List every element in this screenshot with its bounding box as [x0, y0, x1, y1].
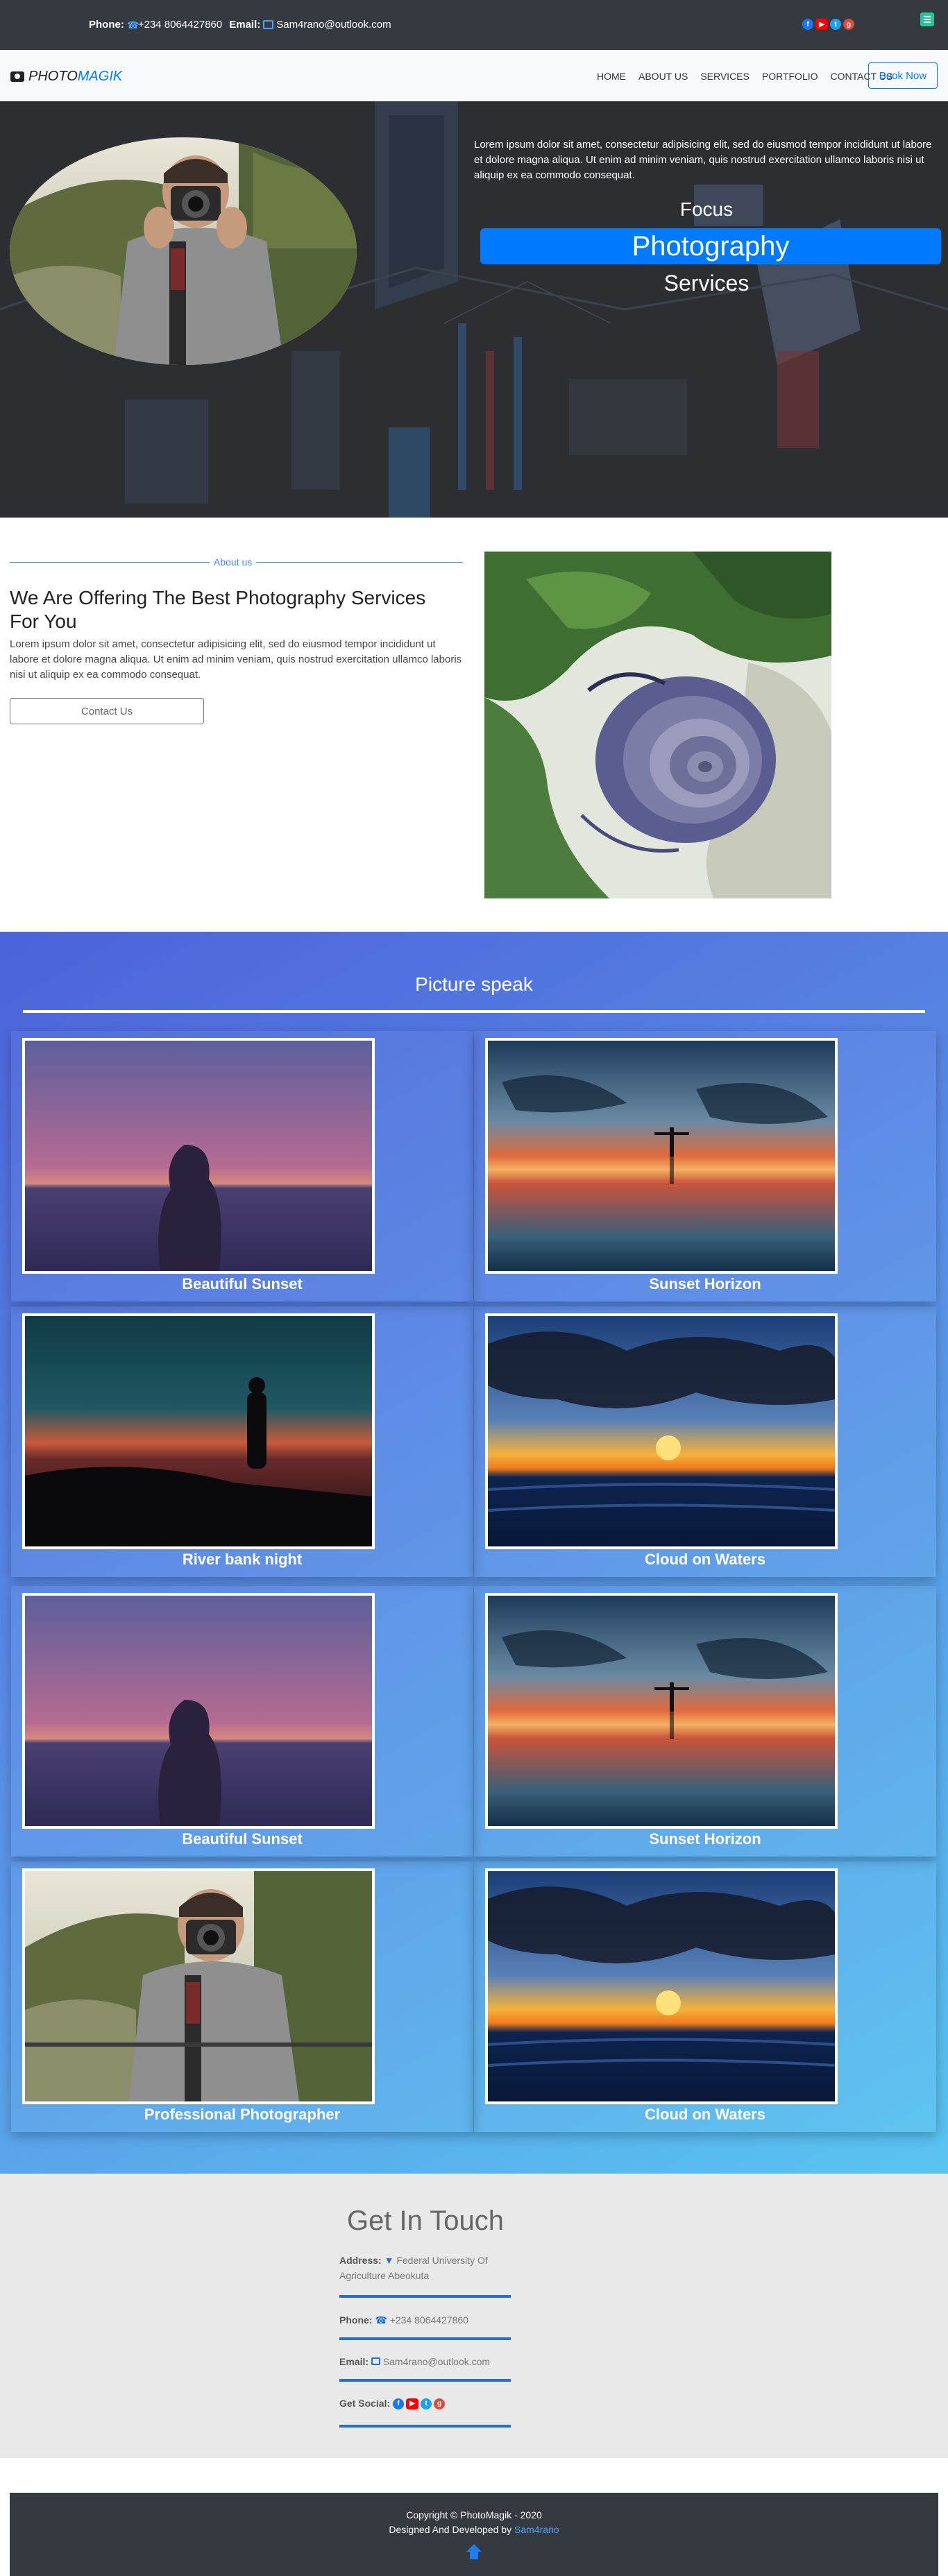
- gallery-caption: Cloud on Waters: [645, 1551, 765, 1568]
- hero-focus-text: Focus: [679, 198, 734, 220]
- gallery-card[interactable]: Sunset Horizon: [474, 1586, 936, 1857]
- social-label: Get Social:: [339, 2398, 391, 2409]
- contact-divider: [339, 2379, 511, 2382]
- gallery-section: Picture speak Beautiful Sunset Sunset Ho…: [0, 932, 948, 2174]
- gallery-title: Picture speak: [415, 973, 533, 995]
- hero-photography-banner: Photography: [480, 228, 941, 264]
- phone-label: Phone:: [89, 19, 124, 31]
- contact-divider: [339, 2425, 511, 2428]
- menu-toggle-icon[interactable]: [920, 12, 934, 26]
- phone-icon: ☎: [375, 2314, 387, 2326]
- hero-section: Lorem ipsum dolor sit amet, consectetur …: [0, 101, 948, 518]
- gallery-caption: Cloud on Waters: [645, 2106, 765, 2123]
- brand-logo[interactable]: PHOTO MAGIK: [10, 69, 122, 85]
- top-bar: Phone: ☎ +234 8064427860 Email: Sam4rano…: [0, 0, 948, 50]
- social-links: f ▶ t g: [802, 19, 854, 30]
- mail-icon: [263, 20, 274, 29]
- email-label: Email:: [339, 2356, 369, 2367]
- scroll-top-arrow-icon[interactable]: [464, 2542, 484, 2561]
- email-label: Email:: [229, 19, 261, 31]
- gallery-image-sunset-woman: [22, 1593, 375, 1829]
- about-label: About us: [210, 556, 257, 568]
- gallery-caption: Sunset Horizon: [649, 1275, 761, 1293]
- footer-credits: Designed And Developed by Sam4rano: [10, 2524, 938, 2535]
- email-value[interactable]: Sam4rano@outlook.com: [383, 2356, 490, 2367]
- gallery-image-river-bank: [22, 1313, 375, 1549]
- nav-about[interactable]: ABOUT US: [638, 71, 688, 82]
- gallery-image-photographer: [22, 1868, 375, 2104]
- about-title: We Are Offering The Best Photography Ser…: [10, 587, 426, 632]
- gallery-caption: Professional Photographer: [144, 2106, 341, 2123]
- gallery-card[interactable]: Beautiful Sunset: [11, 1586, 473, 1857]
- gallery-caption: Sunset Horizon: [649, 1830, 761, 1848]
- gallery-image-cloud-waters: [485, 1313, 838, 1549]
- gallery-divider: [23, 1010, 925, 1013]
- phone-value: +234 8064427860: [137, 19, 223, 31]
- twitter-icon[interactable]: t: [830, 19, 841, 30]
- gallery-caption: River bank night: [182, 1551, 303, 1568]
- phone-icon: ☎: [126, 19, 139, 31]
- phone-value: +234 8064427860: [389, 2314, 468, 2326]
- camera-icon: [10, 71, 24, 82]
- footer-copyright: Copyright © PhotoMagik - 2020: [406, 2509, 542, 2520]
- contact-section: Get In Touch Address: ▼ Federal Universi…: [0, 2174, 948, 2458]
- facebook-icon[interactable]: f: [393, 2398, 405, 2410]
- contact-social: Get Social: f ▶ t g: [339, 2396, 509, 2411]
- gallery-card[interactable]: Beautiful Sunset: [11, 1031, 473, 1302]
- youtube-icon[interactable]: ▶: [406, 2398, 419, 2410]
- facebook-icon[interactable]: f: [802, 19, 813, 30]
- gallery-card[interactable]: Cloud on Waters: [474, 1861, 936, 2132]
- nav-home[interactable]: HOME: [597, 71, 626, 82]
- contact-email: Email: Sam4rano@outlook.com: [339, 2354, 509, 2369]
- gallery-card[interactable]: Professional Photographer: [11, 1861, 473, 2132]
- brand-part2: MAGIK: [77, 69, 123, 84]
- contact-us-button[interactable]: Contact Us: [10, 698, 204, 724]
- twitter-icon[interactable]: t: [421, 2398, 432, 2410]
- google-plus-icon[interactable]: g: [843, 19, 854, 30]
- gallery-image-sunset-woman: [22, 1038, 375, 1274]
- footer: Copyright © PhotoMagik - 2020 Designed A…: [10, 2493, 938, 2576]
- mail-icon: [371, 2357, 380, 2365]
- email-value: Sam4rano@outlook.com: [276, 19, 391, 31]
- contact-phone: Phone: ☎ +234 8064427860: [339, 2312, 509, 2328]
- footer-designed: Designed And Developed by: [389, 2524, 512, 2535]
- map-pin-icon: ▼: [384, 2255, 394, 2266]
- gallery-image-sunset-horizon: [485, 1593, 838, 1829]
- gallery-card[interactable]: Sunset Horizon: [474, 1031, 936, 1302]
- brand-part1: PHOTO: [28, 69, 78, 84]
- address-label: Address:: [339, 2255, 382, 2266]
- google-plus-icon[interactable]: g: [434, 2398, 446, 2410]
- gallery-image-cloud-waters: [485, 1868, 838, 2104]
- hero-photographer-image: [10, 137, 357, 365]
- top-contact: Phone: ☎ +234 8064427860 Email: Sam4rano…: [89, 19, 391, 31]
- book-now-button[interactable]: Book Now: [868, 62, 938, 89]
- contact-address: Address: ▼ Federal University Of Agricul…: [339, 2253, 509, 2283]
- nav-services[interactable]: SERVICES: [700, 71, 750, 82]
- gallery-card[interactable]: River bank night: [11, 1306, 473, 1577]
- youtube-icon[interactable]: ▶: [815, 19, 828, 30]
- about-body: Lorem ipsum dolor sit amet, consectetur …: [10, 638, 462, 681]
- contact-divider: [339, 2337, 511, 2340]
- nav-portfolio[interactable]: PORTFOLIO: [762, 71, 818, 82]
- navbar: PHOTO MAGIK HOME ABOUT US SERVICES PORTFO…: [0, 50, 948, 101]
- gallery-caption: Beautiful Sunset: [182, 1275, 303, 1293]
- gallery-card[interactable]: Cloud on Waters: [474, 1306, 936, 1577]
- contact-divider: [339, 2295, 511, 2298]
- hero-services-text: Services: [663, 271, 750, 296]
- nav-links: HOME ABOUT US SERVICES PORTFOLIO CONTACT…: [597, 71, 892, 82]
- footer-developer-link[interactable]: Sam4rano: [514, 2524, 559, 2535]
- about-satellite-image: [484, 552, 831, 898]
- contact-title: Get In Touch: [346, 2206, 505, 2236]
- gallery-caption: Beautiful Sunset: [182, 1830, 303, 1848]
- hero-description: Lorem ipsum dolor sit amet, consectetur …: [474, 139, 932, 181]
- phone-label: Phone:: [339, 2314, 373, 2326]
- gallery-image-sunset-horizon: [485, 1038, 838, 1274]
